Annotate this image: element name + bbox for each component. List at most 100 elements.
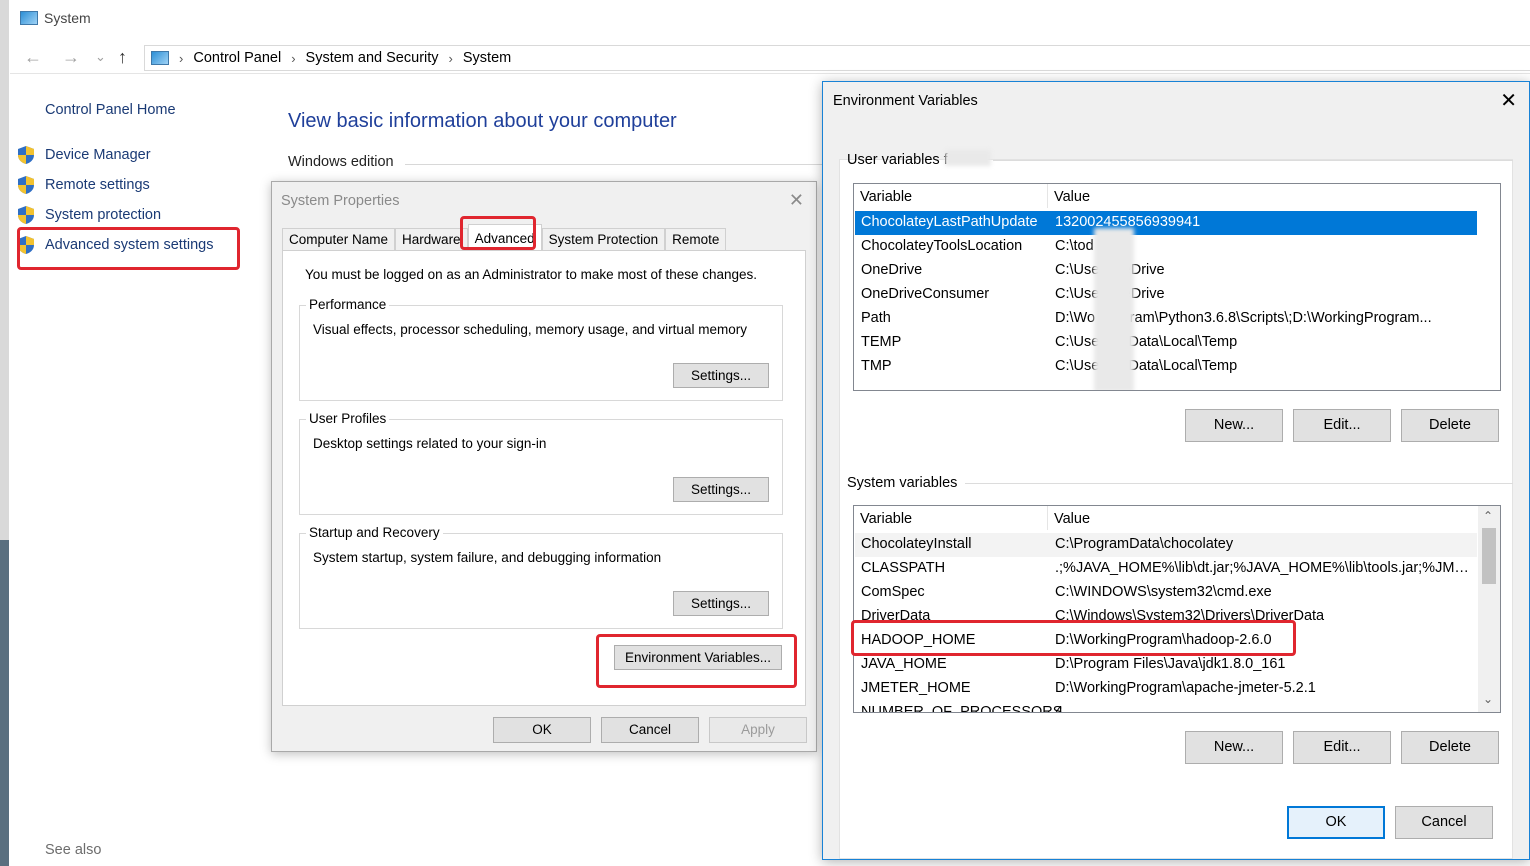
close-icon[interactable]: ✕ [1500, 88, 1517, 113]
apply-button[interactable]: Apply [709, 717, 807, 743]
table-row[interactable]: ChocolateyToolsLocation C:\tod [855, 235, 1477, 259]
user-profiles-settings-button[interactable]: Settings... [673, 477, 769, 502]
table-row[interactable]: OneDriveConsumerC:\Use OneDrive [855, 283, 1477, 307]
startup-recovery-settings-button[interactable]: Settings... [673, 591, 769, 616]
column-value[interactable]: Value [1054, 189, 1090, 205]
table-row[interactable]: ChocolateyInstall C:\ProgramData\chocolat… [855, 533, 1477, 557]
variable-name: OneDriveConsumer [861, 286, 990, 302]
env-ok-button[interactable]: OK [1287, 806, 1385, 839]
variable-value: 4 [1055, 704, 1064, 713]
variable-value: D:\Program Files\Java\jdk1.8.0_161 [1055, 656, 1286, 672]
cancel-button[interactable]: Cancel [601, 717, 699, 743]
control-panel-home-link[interactable]: Control Panel Home [45, 102, 176, 118]
variable-value: C:\WINDOWS\system32\cmd.exe [1055, 584, 1272, 600]
control-panel-icon [151, 51, 169, 65]
variable-name: OneDrive [861, 262, 923, 278]
breadcrumb-separator-icon: › [291, 50, 296, 66]
remote-settings-label: Remote settings [45, 177, 150, 193]
window-title-bar: System [20, 10, 91, 26]
admin-note: You must be logged on as an Administrato… [305, 267, 758, 282]
ok-button[interactable]: OK [493, 717, 591, 743]
user-list-header: Variable Value [854, 184, 1476, 208]
table-row[interactable]: ChocolateyLastPathUpdate 1320024558569399… [855, 211, 1477, 235]
system-icon [20, 11, 38, 25]
device-manager-label: Device Manager [45, 147, 151, 163]
column-divider [1047, 184, 1048, 208]
tab-remote[interactable]: Remote [665, 228, 727, 251]
breadcrumb-separator-icon: › [448, 50, 453, 66]
highlight-box-env-button [596, 634, 797, 688]
column-variable[interactable]: Variable [860, 511, 912, 527]
scrollbar-thumb[interactable] [1482, 528, 1496, 584]
user-delete-button[interactable]: Delete [1401, 409, 1499, 442]
table-row[interactable]: Path D:\Wo Program\Python3.6.8\Scripts\;D… [855, 307, 1477, 331]
variable-name: ChocolateyToolsLocation [861, 238, 1023, 254]
address-bar[interactable]: › Control Panel › System and Security › … [144, 45, 1530, 71]
column-value[interactable]: Value [1054, 511, 1090, 527]
table-row[interactable]: ComSpec C:\WINDOWS\system32\cmd.exe [855, 581, 1477, 605]
back-arrow-icon[interactable]: ← [24, 47, 42, 68]
table-row[interactable]: JMETER_HOME D:\WorkingProgram\apache-jmet… [855, 677, 1477, 701]
variable-name: NUMBER_OF_PROCESSORS [861, 704, 1063, 713]
table-row[interactable]: TEMP C:\Use AppData\Local\Temp [855, 331, 1477, 355]
system-new-button[interactable]: New... [1185, 731, 1283, 764]
variable-name: CLASSPATH [861, 560, 946, 576]
vertical-scrollbar[interactable]: ⌃ ⌄ [1478, 506, 1500, 712]
remote-settings-link[interactable]: Remote settings [16, 175, 150, 195]
system-variables-label: System variables [847, 475, 958, 491]
breadcrumb-control-panel[interactable]: Control Panel [193, 50, 281, 66]
table-row[interactable]: OneDriveC:\Use OneDrive [855, 259, 1477, 283]
recent-locations-icon[interactable]: ⌄ [95, 49, 106, 65]
table-row[interactable]: JAVA_HOME D:\Program Files\Java\jdk1.8.0_… [855, 653, 1477, 677]
forward-arrow-icon[interactable]: → [62, 47, 80, 68]
system-edit-button[interactable]: Edit... [1293, 731, 1391, 764]
tab-computer-name[interactable]: Computer Name [282, 228, 396, 251]
variable-value: D:\WorkingProgram\apache-jmeter-5.2.1 [1055, 680, 1316, 696]
column-variable[interactable]: Variable [860, 189, 912, 205]
user-profiles-description: Desktop settings related to your sign-in [313, 436, 547, 451]
performance-group: Performance Visual effects, processor sc… [299, 297, 783, 401]
env-cancel-button[interactable]: Cancel [1395, 806, 1493, 839]
column-divider [1047, 506, 1048, 530]
system-delete-button[interactable]: Delete [1401, 731, 1499, 764]
table-row[interactable]: NUMBER_OF_PROCESSORS 4 [855, 701, 1477, 713]
performance-description: Visual effects, processor scheduling, me… [313, 322, 747, 337]
system-protection-link[interactable]: System protection [16, 205, 161, 225]
page-title: View basic information about your comput… [288, 110, 677, 132]
navigation-bar: ← → ⌄ ↑ › Control Panel › System and Sec… [10, 45, 1530, 74]
table-row[interactable]: TMP C:\Use AppData\Local\Temp [855, 355, 1477, 379]
device-manager-link[interactable]: Device Manager [16, 145, 151, 165]
user-variables-list[interactable]: Variable Value ChocolateyLastPathUpdate 1… [853, 183, 1501, 391]
variable-name: JAVA_HOME [861, 656, 947, 672]
variable-name: ChocolateyLastPathUpdate [861, 214, 1038, 230]
breadcrumb-separator-icon: › [179, 50, 184, 66]
user-edit-button[interactable]: Edit... [1293, 409, 1391, 442]
up-arrow-icon[interactable]: ↑ [118, 47, 127, 68]
system-properties-title: System Properties [281, 193, 400, 209]
system-variables-list[interactable]: Variable Value ChocolateyInstall C:\Progr… [853, 505, 1501, 713]
performance-settings-button[interactable]: Settings... [673, 363, 769, 388]
windows-edition-heading: Windows edition [288, 154, 394, 170]
environment-variables-title: Environment Variables [833, 93, 978, 109]
close-icon[interactable]: ✕ [789, 190, 804, 211]
uac-shield-icon [18, 176, 34, 194]
startup-recovery-description: System startup, system failure, and debu… [313, 550, 662, 565]
section-divider [405, 164, 825, 165]
highlight-box-advanced-tab [460, 216, 536, 250]
user-new-button[interactable]: New... [1185, 409, 1283, 442]
tab-system-protection[interactable]: System Protection [541, 228, 666, 251]
user-variables-label: User variables f [847, 152, 948, 168]
breadcrumb-system[interactable]: System [463, 50, 511, 66]
user-profiles-label: User Profiles [306, 411, 390, 426]
tab-hardware[interactable]: Hardware [395, 228, 468, 251]
breadcrumb-system-and-security[interactable]: System and Security [306, 50, 439, 66]
window-title: System [44, 10, 91, 26]
see-also-heading: See also [45, 842, 102, 858]
uac-shield-icon [18, 146, 34, 164]
redacted-username [945, 150, 991, 166]
section-divider [965, 483, 1513, 484]
desktop-edge [0, 540, 9, 866]
table-row[interactable]: CLASSPATH .;%JAVA_HOME%\lib\dt.jar;%JAVA_… [855, 557, 1477, 581]
scroll-up-icon[interactable]: ⌃ [1483, 509, 1493, 523]
scroll-down-icon[interactable]: ⌄ [1483, 692, 1493, 706]
